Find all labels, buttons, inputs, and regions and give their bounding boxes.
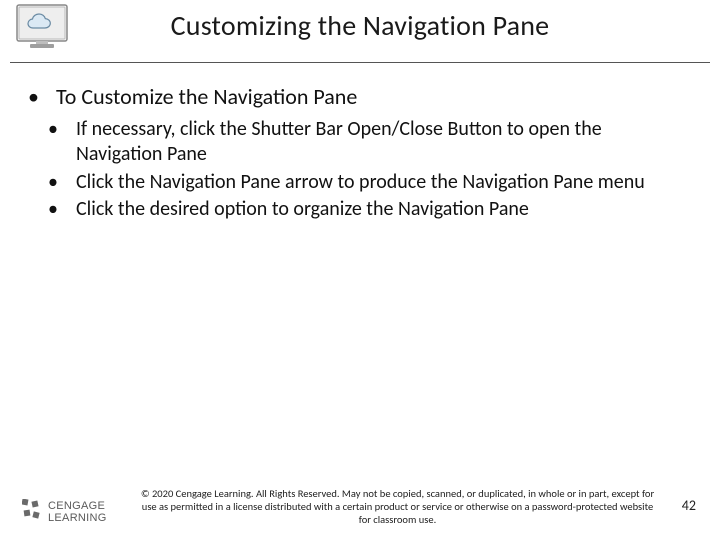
bullet-dot-icon: • bbox=[62, 197, 76, 223]
slide-body: •To Customize the Navigation Pane •If ne… bbox=[0, 63, 720, 223]
bullet-level-2: •Click the desired option to organize th… bbox=[42, 197, 690, 223]
bullet-l2-text: Click the Navigation Pane arrow to produ… bbox=[76, 170, 645, 194]
publisher-logo-text: CENGAGE Learning bbox=[48, 501, 107, 524]
bullet-level-2: •Click the Navigation Pane arrow to prod… bbox=[42, 170, 690, 196]
copyright-notice: © 2020 Cengage Learning. All Rights Rese… bbox=[135, 487, 660, 526]
logo-line1: CENGAGE bbox=[48, 500, 105, 512]
slide: Customizing the Navigation Pane •To Cust… bbox=[0, 0, 720, 540]
slide-footer: CENGAGE Learning © 2020 Cengage Learning… bbox=[0, 482, 720, 528]
logo-line2: Learning bbox=[48, 512, 107, 524]
bullet-level-1: •To Customize the Navigation Pane bbox=[42, 83, 690, 111]
publisher-logo: CENGAGE Learning bbox=[22, 499, 107, 526]
cengage-mark-icon bbox=[22, 499, 42, 526]
bullet-dot-icon: • bbox=[62, 117, 76, 143]
slide-title: Customizing the Navigation Pane bbox=[10, 8, 710, 43]
bullet-l1-text: To Customize the Navigation Pane bbox=[56, 83, 357, 110]
bullet-level-2: •If necessary, click the Shutter Bar Ope… bbox=[42, 117, 690, 168]
page-number: 42 bbox=[682, 497, 696, 514]
bullet-dot-icon: • bbox=[42, 83, 56, 111]
bullet-l2-text: If necessary, click the Shutter Bar Open… bbox=[76, 117, 602, 167]
slide-header: Customizing the Navigation Pane bbox=[10, 0, 710, 63]
bullet-l2-text: Click the desired option to organize the… bbox=[76, 197, 529, 221]
bullet-dot-icon: • bbox=[62, 170, 76, 196]
